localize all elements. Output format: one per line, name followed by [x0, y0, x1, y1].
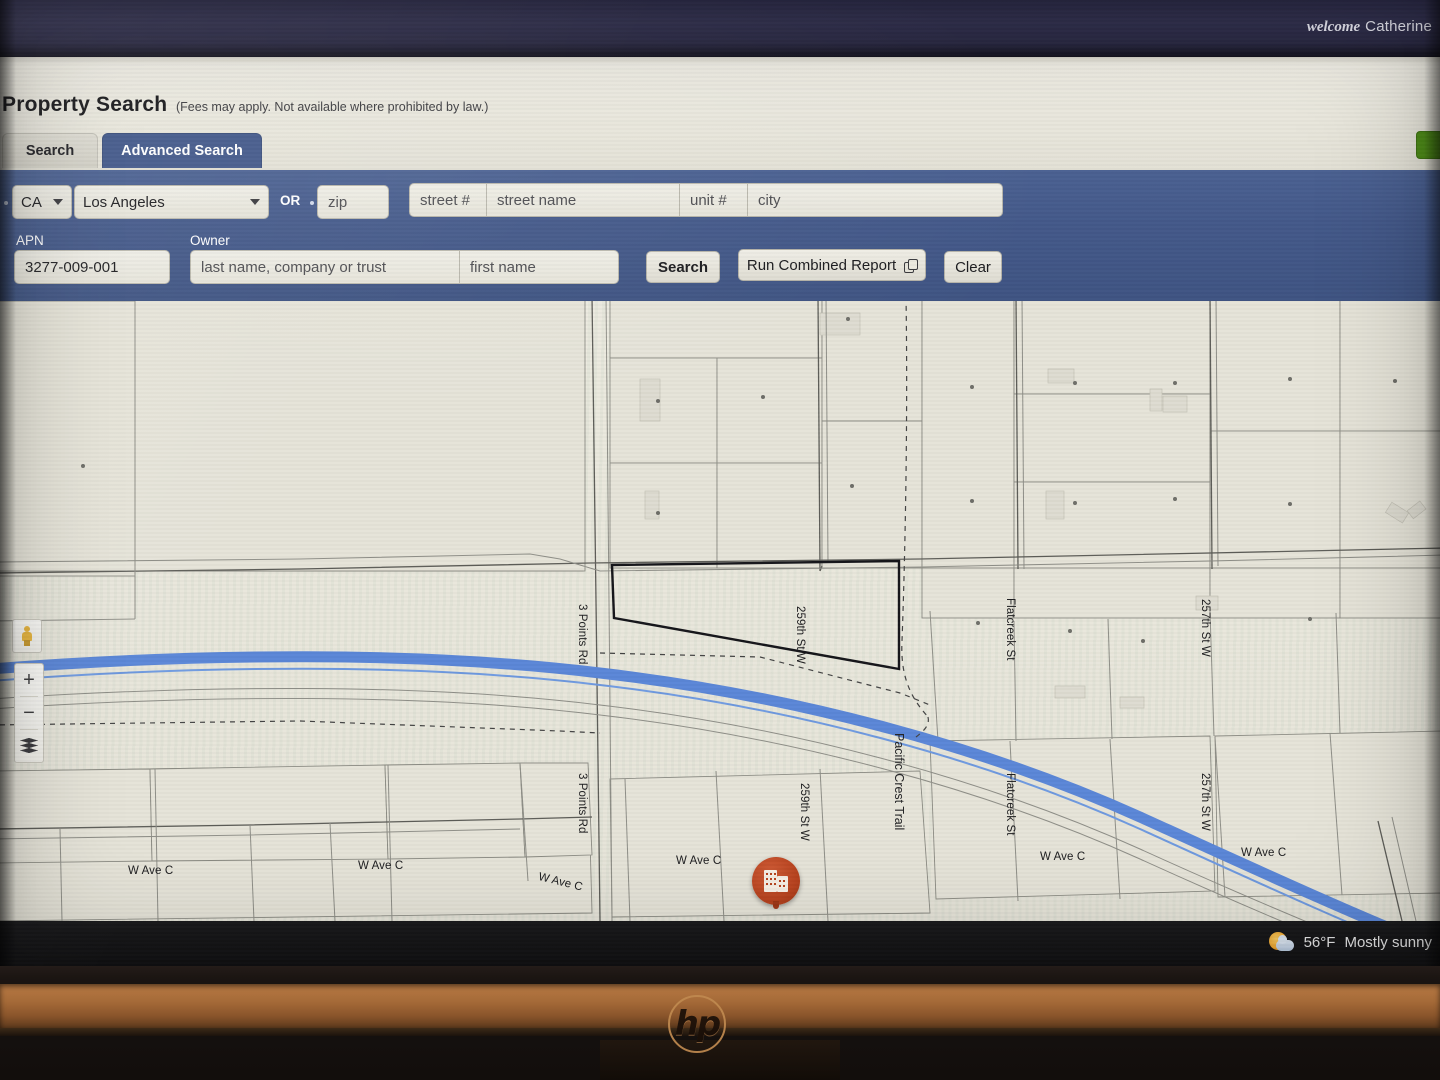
road-label: W Ave C: [1241, 847, 1287, 859]
map-canvas[interactable]: .pl { fill:#e6e4d9; stroke:#8c8c84; stro…: [0, 301, 1440, 921]
layers-icon: [20, 738, 38, 754]
road-label: W Ave C: [1040, 851, 1086, 863]
title-row: Property Search (Fees may apply. Not ava…: [0, 93, 900, 127]
app-top-chrome: welcome Catherine: [0, 0, 1440, 57]
pegman-icon: [21, 626, 33, 646]
left-edge-shadow: [0, 0, 16, 966]
windows-taskbar: 56°F Mostly sunny: [0, 921, 1440, 966]
unit-number-input[interactable]: unit #: [680, 183, 748, 217]
county-select[interactable]: Los Angeles: [74, 185, 269, 219]
or-label: OR: [280, 193, 301, 208]
apn-input[interactable]: 3277-009-001: [14, 250, 170, 284]
road-label: W Ave C: [676, 855, 722, 867]
welcome-banner: welcome Catherine: [1307, 18, 1432, 36]
road-label: 257th St W: [1199, 599, 1211, 657]
state-value: CA: [21, 193, 42, 211]
user-name: Catherine: [1365, 18, 1432, 35]
zoom-in-button[interactable]: +: [15, 664, 43, 696]
run-combined-report-button[interactable]: Run Combined Report: [738, 249, 926, 281]
zoom-controls: + −: [14, 663, 44, 763]
road-label: 257th St W: [1199, 773, 1211, 831]
county-value: Los Angeles: [83, 193, 165, 211]
chevron-down-icon: [250, 199, 260, 205]
weather-temperature: 56°F: [1303, 933, 1336, 951]
owner-last-name-input[interactable]: last name, company or trust: [190, 250, 460, 284]
road-label: W Ave C: [358, 860, 404, 872]
road-label: 259th St W: [798, 783, 810, 841]
owner-first-name-input[interactable]: first name: [460, 250, 619, 284]
road-label: W Ave C: [128, 865, 174, 877]
road-label: 259th St W: [794, 606, 806, 664]
page-title: Property Search: [2, 93, 168, 116]
property-marker[interactable]: [752, 857, 800, 909]
header-stripe: [0, 57, 1440, 65]
trail-label: Pacific Crest Trail: [892, 733, 906, 831]
road-label: 3 Points Rd: [576, 773, 588, 834]
zip-input[interactable]: zip: [317, 185, 389, 219]
chevron-down-icon: [53, 199, 63, 205]
state-select[interactable]: CA: [12, 185, 72, 219]
monitor-stand: [600, 1040, 840, 1080]
run-combined-report-label: Run Combined Report: [746, 256, 897, 274]
bullet-zip: [310, 201, 314, 205]
search-panel: CA Los Angeles OR zip street # street na…: [0, 170, 1440, 301]
road-label: Flatcreek St: [1004, 773, 1016, 836]
apn-label: APN: [16, 233, 44, 248]
city-input[interactable]: city: [748, 183, 1003, 217]
street-name-input[interactable]: street name: [487, 183, 680, 217]
building-icon: [763, 868, 789, 894]
tab-advanced-search[interactable]: Advanced Search: [102, 133, 262, 168]
search-button[interactable]: Search: [646, 251, 720, 283]
weather-widget[interactable]: 56°F Mostly sunny: [1268, 931, 1432, 953]
map-vector-layer: .pl { fill:#e6e4d9; stroke:#8c8c84; stro…: [0, 301, 1440, 921]
sun-behind-cloud-icon: [1268, 931, 1295, 953]
weather-condition: Mostly sunny: [1344, 933, 1432, 951]
street-number-input[interactable]: street #: [409, 183, 487, 217]
street-view-pegman-control[interactable]: [12, 619, 42, 653]
right-edge-shadow: [1424, 0, 1440, 966]
map-layers-button[interactable]: [15, 730, 43, 762]
zoom-out-button[interactable]: −: [15, 697, 43, 729]
welcome-label: welcome: [1306, 19, 1361, 35]
page-subtitle: (Fees may apply. Not available where pro…: [176, 100, 489, 114]
clear-button[interactable]: Clear: [944, 251, 1002, 283]
owner-label: Owner: [190, 233, 230, 248]
copy-icon: [904, 258, 919, 273]
tab-search[interactable]: Search: [2, 133, 98, 168]
screen-area: welcome Catherine Property Search (Fees m…: [0, 0, 1440, 966]
monitor-photo: welcome Catherine Property Search (Fees m…: [0, 0, 1440, 1080]
road-label: Flatcreek St: [1004, 598, 1016, 661]
road-label: 3 Points Rd: [576, 604, 588, 665]
hp-brand-logo: hp: [668, 995, 726, 1053]
